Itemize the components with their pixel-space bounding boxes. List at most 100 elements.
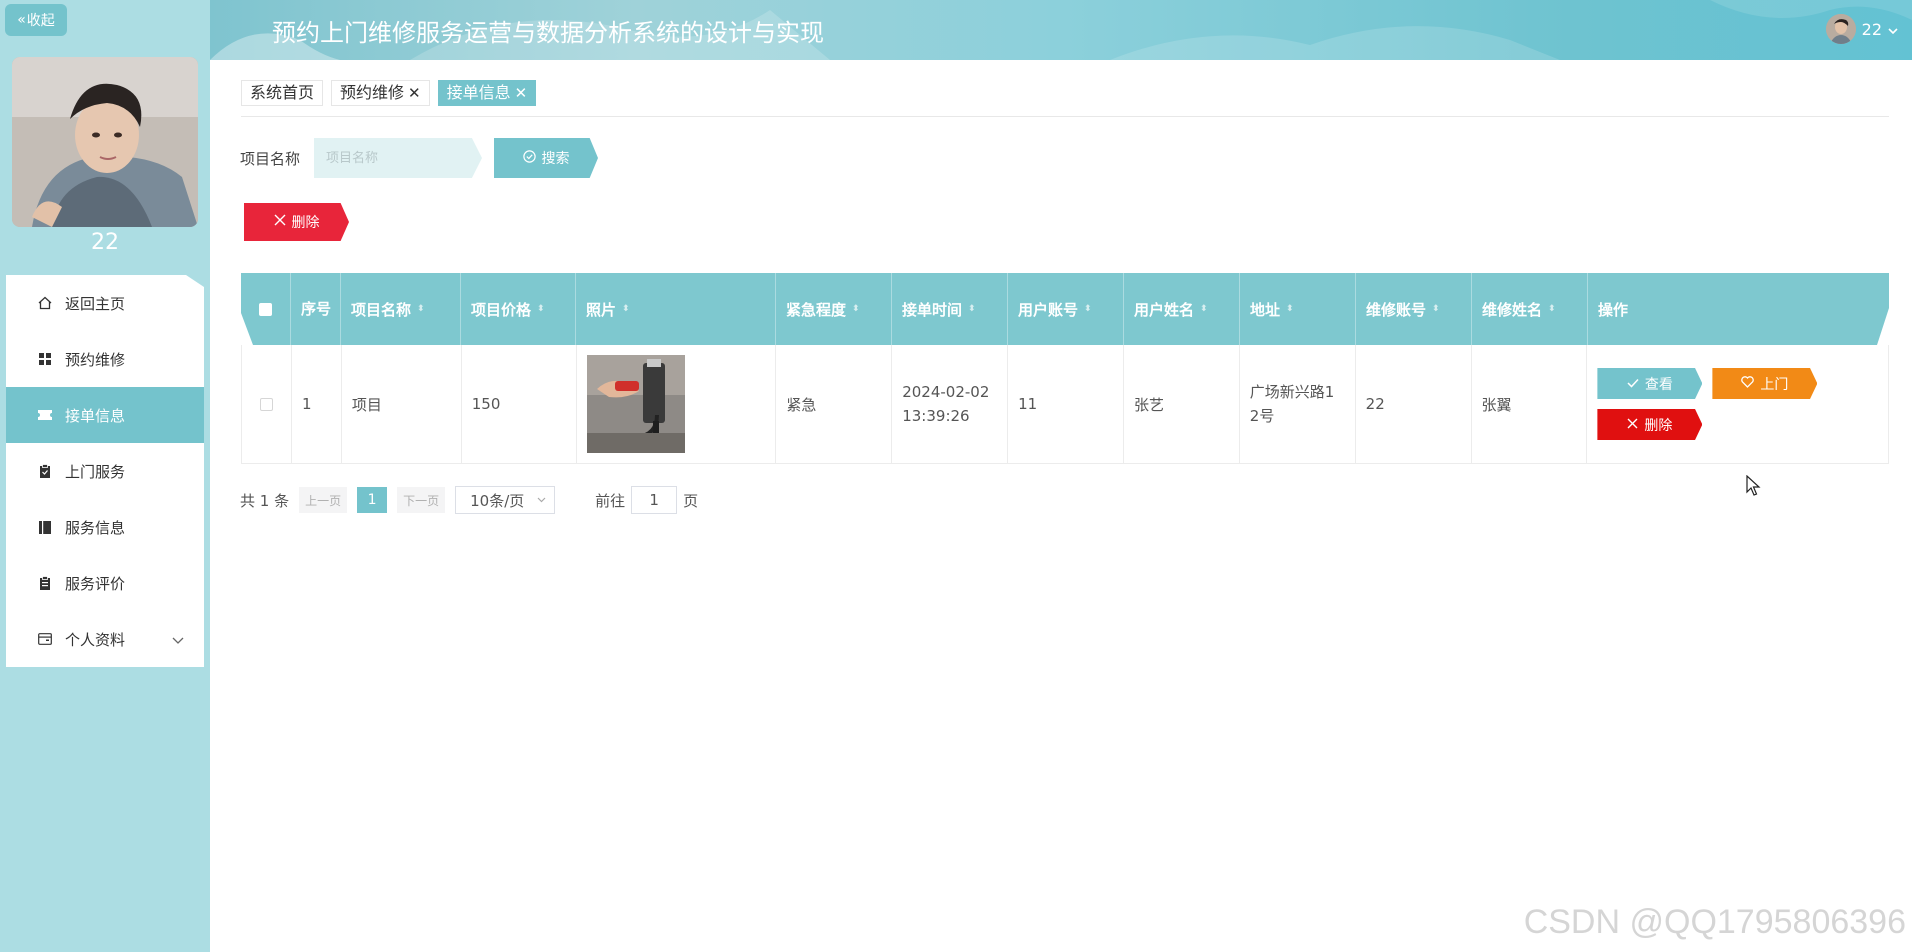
tab-bar: 系统首页 预约维修 ✕ 接单信息 ✕ [241,80,537,106]
visit-button[interactable]: 上门 [1712,368,1818,399]
mouse-cursor-icon [1746,475,1761,496]
view-button[interactable]: 查看 [1597,368,1703,399]
column-header-photo[interactable]: 照片 ⬍ [576,273,776,345]
sidebar-item-label: 接单信息 [65,406,126,425]
row-checkbox[interactable] [259,397,273,411]
column-header-label: 地址 [1250,300,1281,319]
avatar [12,57,198,227]
chevron-down-icon [537,495,546,506]
column-header-label: 紧急程度 [786,300,847,319]
user-menu[interactable]: 22 [1825,14,1898,44]
column-header-repair-name[interactable]: 维修姓名 ⬍ [1472,273,1588,345]
sidebar-item-profile[interactable]: 个人资料 [6,611,204,667]
view-button-label: 查看 [1644,376,1673,393]
sidebar-item-service-info[interactable]: 服务信息 [6,499,204,555]
cell-urgency: 紧急 [776,345,893,463]
page-size-value: 10条/页 [470,491,525,510]
wallet-icon [38,632,52,646]
repair-photo[interactable] [586,355,685,453]
sidebar-item-label: 返回主页 [65,294,126,313]
sort-icon[interactable]: ⬍ [622,304,630,314]
sidebar: « 收起 22 返回主页 预约维修 接单信息 上门服务 服务信息 服务评价 个人… [0,0,210,952]
total-count: 共 1 条 [240,491,290,510]
cell-order-time: 2024-02-02 13:39:26 [892,345,1009,463]
table-header: 序号 项目名称 ⬍ 项目价格 ⬍ 照片 ⬍ 紧急程度 ⬍ 接单时间 ⬍ 用户账号 ⬍ 用户姓… [241,273,1889,345]
sidebar-item-orders[interactable]: 接单信息 [6,387,204,443]
sort-icon[interactable]: ⬍ [1286,304,1294,314]
tab-orders[interactable]: 接单信息 ✕ [437,80,537,106]
orders-table: 序号 项目名称 ⬍ 项目价格 ⬍ 照片 ⬍ 紧急程度 ⬍ 接单时间 ⬍ 用户账号 ⬍ 用户姓… [241,273,1889,464]
cell-photo [577,345,777,463]
sidebar-item-booking[interactable]: 预约维修 [6,331,204,387]
sidebar-item-label: 个人资料 [65,630,126,649]
search-button-label: 搜索 [541,151,570,167]
batch-delete-button[interactable]: 删除 [244,203,349,241]
next-page-button[interactable]: 下一页 [397,487,446,513]
tab-booking[interactable]: 预约维修 ✕ [331,80,430,106]
book-icon [38,520,52,534]
close-icon [274,214,286,230]
pagination: 共 1 条 上一页 1 下一页 10条/页 前往 页 [240,486,698,514]
prev-page-button[interactable]: 上一页 [299,487,348,513]
select-all-checkbox[interactable] [259,302,272,316]
sort-icon[interactable]: ⬍ [852,304,860,314]
sort-icon[interactable]: ⬍ [417,304,425,314]
column-header-repair-account[interactable]: 维修账号 ⬍ [1356,273,1472,345]
address-line-1: 广场新兴路1 [1249,383,1335,401]
column-header-order-time[interactable]: 接单时间 ⬍ [892,273,1008,345]
sort-icon[interactable]: ⬍ [1200,304,1208,314]
column-header-project-name[interactable]: 项目名称 ⬍ [341,273,461,345]
tab-label: 系统首页 [250,83,315,102]
sidebar-item-label: 预约维修 [65,350,126,369]
cell-price: 150 [462,345,577,463]
double-chevron-left-icon: « [17,12,26,28]
row-actions: 查看 上门 删除 [1597,368,1827,440]
column-header-actions: 操作 [1598,300,1629,319]
avatar-photo [12,57,198,227]
column-header-user-account[interactable]: 用户账号 ⬍ [1008,273,1124,345]
repair-photo-image [586,355,685,453]
table-body: 1 项目 150 紧急 2024-02-02 13:39:26 11 张艺 广场… [241,345,1889,464]
close-icon[interactable]: ✕ [408,81,421,105]
page-size-select[interactable]: 10条/页 [455,486,556,514]
sidebar-item-home[interactable]: 返回主页 [6,275,204,331]
sidebar-item-visit-service[interactable]: 上门服务 [6,443,204,499]
column-header-user-name[interactable]: 用户姓名 ⬍ [1124,273,1240,345]
clipboard-icon [38,464,52,478]
tab-home[interactable]: 系统首页 [241,80,324,106]
chevron-down-icon [172,631,184,649]
close-icon[interactable]: ✕ [515,81,528,105]
search-input[interactable] [314,138,482,178]
column-header-urgency[interactable]: 紧急程度 ⬍ [776,273,892,345]
order-clock: 13:39:26 [902,407,970,425]
goto-page-input[interactable] [631,486,678,514]
sort-icon[interactable]: ⬍ [1548,304,1556,314]
collapse-button[interactable]: « 收起 [5,4,67,36]
delete-button[interactable]: 删除 [1597,409,1703,440]
column-header-label: 维修姓名 [1482,300,1543,319]
column-header-label: 维修账号 [1366,300,1427,319]
close-icon [1627,417,1638,433]
header: 预约上门维修服务运营与数据分析系统的设计与实现 22 [210,0,1912,60]
column-header-label: 用户姓名 [1134,300,1195,319]
column-header-address[interactable]: 地址 ⬍ [1240,273,1356,345]
column-header-label: 项目名称 [351,300,412,319]
column-header-label: 项目价格 [471,300,532,319]
chevron-down-icon [1888,20,1898,39]
column-header-price[interactable]: 项目价格 ⬍ [461,273,576,345]
goto-page: 前往 页 [595,486,698,514]
sidebar-item-label: 服务信息 [65,518,126,537]
sort-icon[interactable]: ⬍ [537,304,545,314]
sort-icon[interactable]: ⬍ [968,304,976,314]
check-icon [1627,376,1639,392]
page-number-button[interactable]: 1 [357,487,388,513]
tab-label: 预约维修 [340,83,405,102]
sort-icon[interactable]: ⬍ [1432,304,1440,314]
search-button[interactable]: 搜索 [494,138,598,178]
sidebar-item-label: 上门服务 [65,462,126,481]
sidebar-menu: 返回主页 预约维修 接单信息 上门服务 服务信息 服务评价 个人资料 [6,275,204,667]
column-header-label: 照片 [586,300,617,319]
sidebar-item-service-review[interactable]: 服务评价 [6,555,204,611]
sort-icon[interactable]: ⬍ [1084,304,1092,314]
sidebar-username: 22 [91,230,119,255]
